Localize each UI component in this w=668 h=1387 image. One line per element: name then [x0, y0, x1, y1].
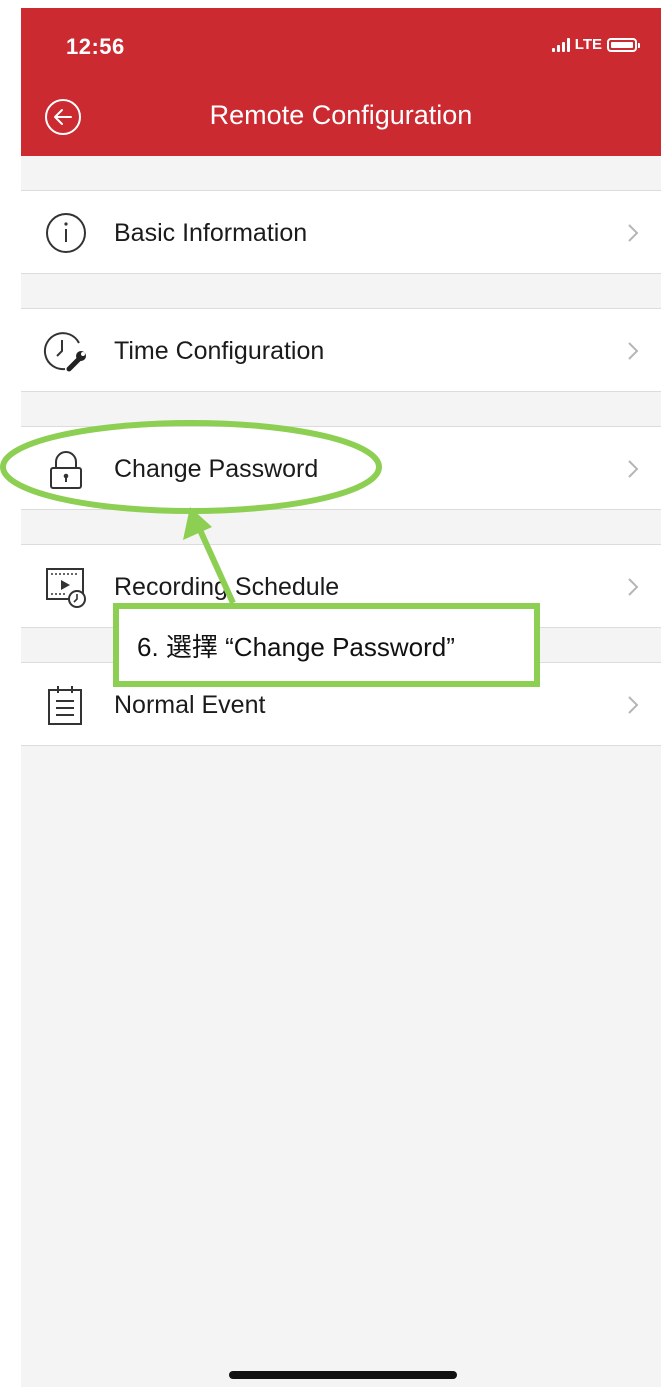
chevron-right-icon [628, 696, 639, 714]
annotation-text: 6. 選擇 “Change Password” [137, 632, 455, 662]
info-icon [46, 213, 86, 253]
menu-item-label: Recording Schedule [114, 573, 340, 601]
signal-icon [551, 37, 570, 52]
network-type: LTE [574, 36, 602, 53]
status-icons: LTE [551, 36, 640, 53]
menu-item-label: Basic Information [114, 219, 308, 247]
page-title: Remote Configuration [209, 100, 473, 130]
recording-schedule-icon [46, 568, 86, 608]
event-list-icon [48, 686, 82, 725]
chevron-right-icon [628, 578, 639, 596]
menu-item-label: Change Password [114, 455, 319, 483]
home-indicator[interactable] [229, 1371, 457, 1379]
chevron-right-icon [628, 460, 639, 478]
chevron-right-icon [628, 342, 639, 360]
chevron-right-icon [628, 224, 639, 242]
menu-item-basic-information[interactable]: Basic Information [21, 190, 661, 274]
battery-icon [607, 37, 640, 52]
menu-item-time-configuration[interactable]: Time Configuration [21, 308, 661, 392]
lock-icon [50, 451, 82, 489]
menu-item-change-password[interactable]: Change Password [21, 426, 661, 510]
app-header: 12:56 LTE Remote Configuration [21, 8, 661, 156]
menu-item-label: Time Configuration [114, 337, 325, 365]
time-wrench-icon [43, 332, 86, 372]
menu-item-label: Normal Event [114, 691, 266, 719]
status-time: 12:56 [66, 34, 125, 59]
phone-screen: 12:56 LTE Remote Configuration Basic Inf… [21, 8, 661, 1387]
